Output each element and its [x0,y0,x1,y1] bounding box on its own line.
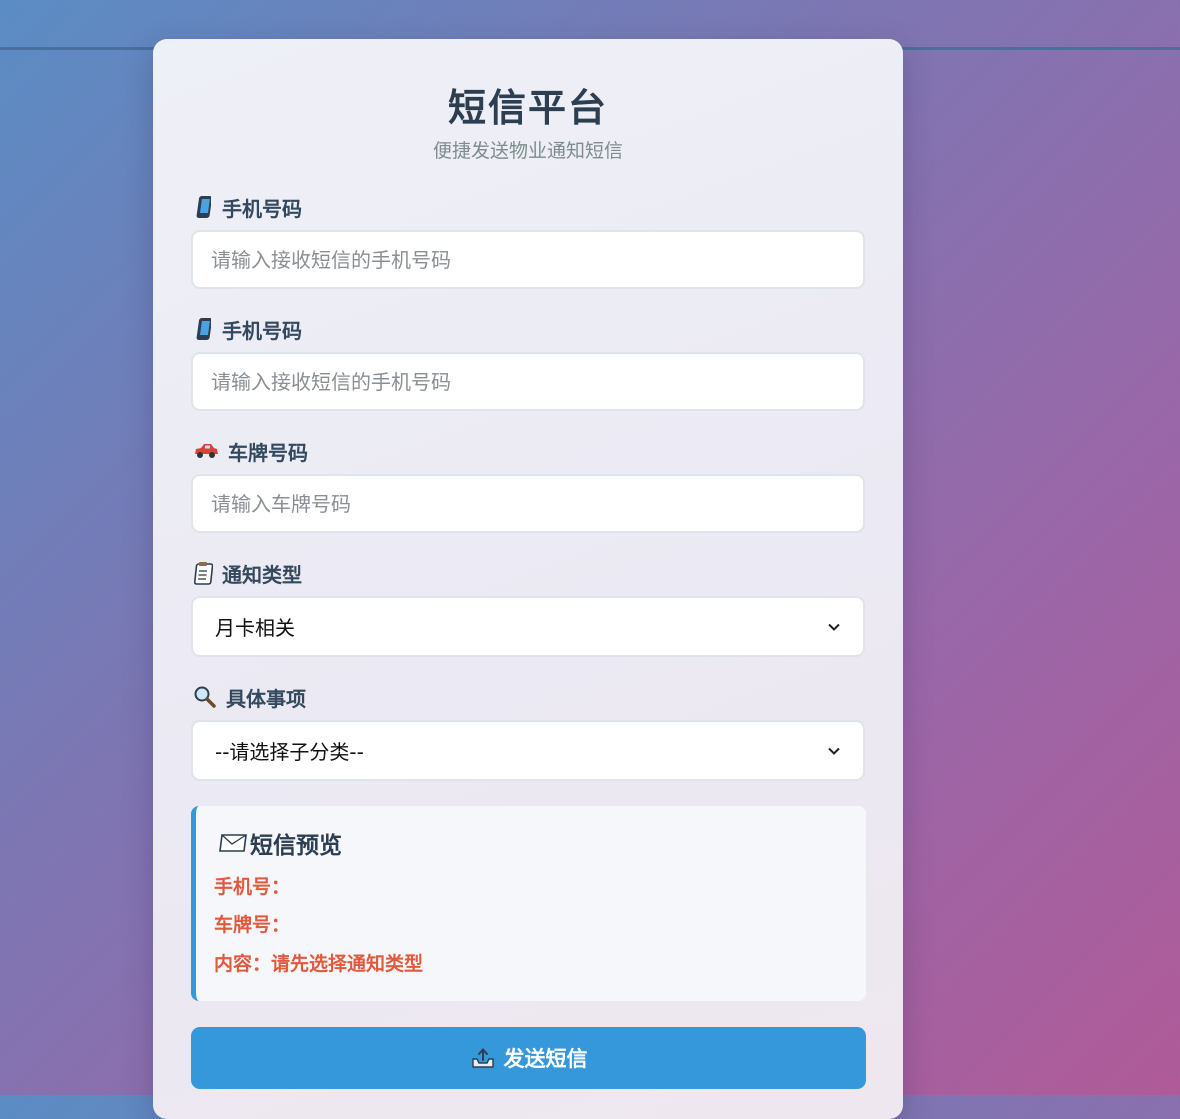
preview-title: 短信预览 [218,826,342,860]
sub-item-select[interactable]: --请选择子分类-- [191,720,865,781]
phone-label-text-2: 手机号码 [222,318,302,343]
phone-label-1: 手机号码 [192,193,302,221]
clipboard-icon [192,561,214,585]
phone-input-2[interactable] [191,352,865,411]
outbox-tray-icon [470,1046,496,1070]
plate-label: 车牌号码 [192,437,308,465]
sub-item-label-text: 具体事项 [226,686,306,711]
preview-content: 内容：请先选择通知类型 [214,953,424,975]
notice-type-select[interactable]: 月卡相关 [191,596,865,657]
chevron-down-icon [828,747,840,755]
car-icon [192,439,220,463]
plate-label-text: 车牌号码 [228,440,308,465]
plate-input[interactable] [191,474,865,533]
preview-plate: 车牌号： [214,914,291,936]
page-subtitle: 便捷发送物业通知短信 [432,140,623,162]
envelope-icon [218,831,248,855]
sms-preview-box: 短信预览 手机号： 车牌号： 内容：请先选择通知类型 [191,806,866,1001]
send-sms-button[interactable]: 发送短信 [191,1027,866,1089]
page-title: 短信平台 [447,86,608,130]
notice-type-label: 通知类型 [192,559,302,587]
send-sms-label: 发送短信 [503,1047,588,1071]
notice-type-value: 月卡相关 [215,616,295,640]
sub-item-label: 具体事项 [192,683,306,711]
sms-form-card: 短信平台 便捷发送物业通知短信 手机号码 手机号码 车牌号码 通知类型 月卡相关 [153,39,903,1119]
mobile-phone-icon [192,195,214,219]
magnifier-icon [192,685,218,709]
notice-type-label-text: 通知类型 [222,562,302,587]
phone-input-1[interactable] [191,230,865,289]
mobile-phone-icon [192,317,214,341]
sub-item-value: --请选择子分类-- [215,740,364,764]
chevron-down-icon [828,623,840,631]
phone-label-2: 手机号码 [192,315,302,343]
phone-label-text-1: 手机号码 [222,196,302,221]
preview-phone: 手机号： [214,876,291,898]
preview-title-text: 短信预览 [250,833,342,859]
